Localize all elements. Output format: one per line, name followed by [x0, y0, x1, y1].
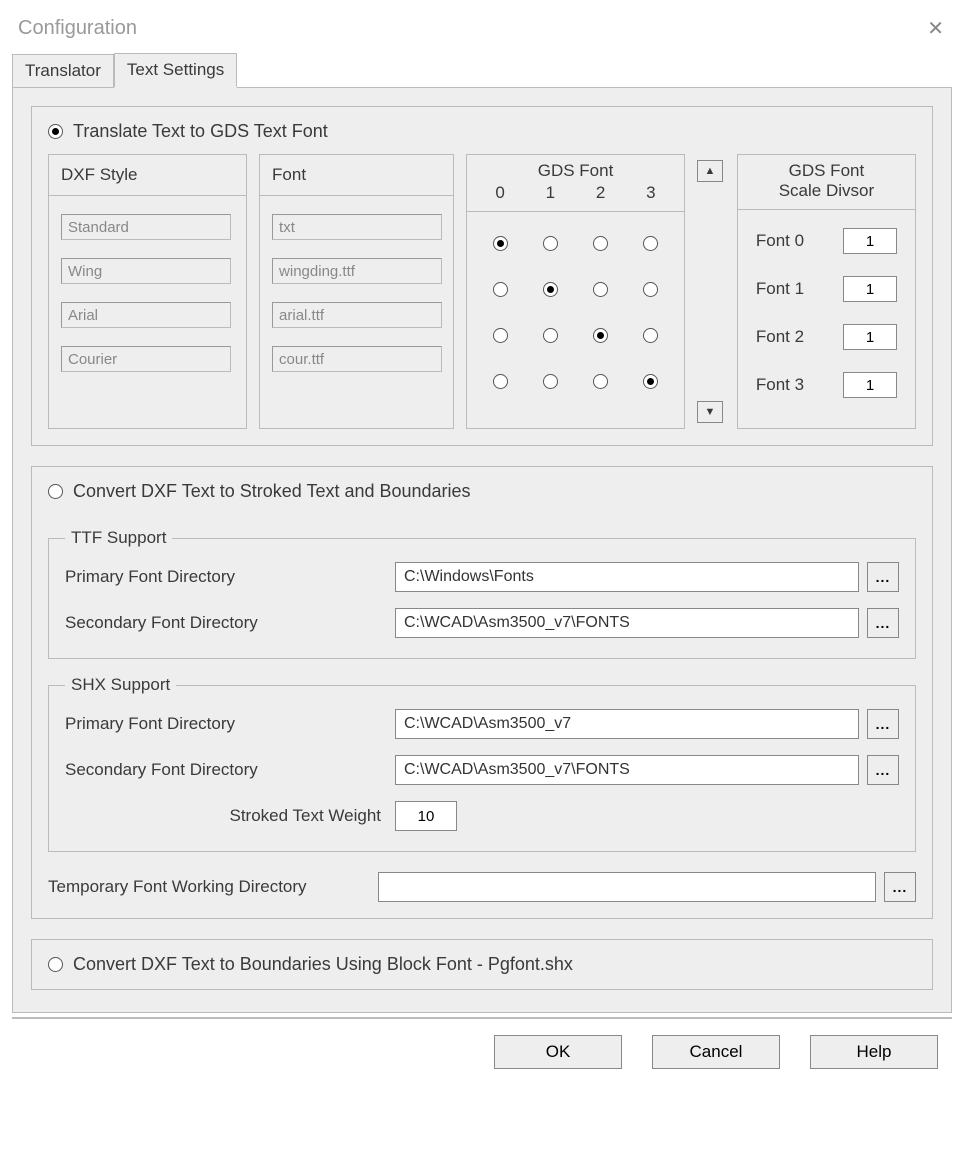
radio-convert-stroked[interactable] [48, 484, 63, 499]
font-3 [272, 346, 442, 372]
gds-radio-r3-c2[interactable] [593, 374, 608, 389]
ok-button[interactable]: OK [494, 1035, 622, 1069]
scroll-down-icon[interactable]: ▼ [697, 401, 723, 423]
divsor-input-1[interactable] [843, 276, 897, 302]
group-translate-gds: Translate Text to GDS Text Font DXF Styl… [31, 106, 933, 446]
shx-secondary-browse[interactable]: ... [867, 755, 899, 785]
temp-dir-input[interactable] [378, 872, 876, 902]
shx-primary-input[interactable] [395, 709, 859, 739]
shx-secondary-label: Secondary Font Directory [65, 760, 395, 780]
header-scale-divsor-a: GDS Font [738, 155, 915, 181]
gds-radio-r1-c3[interactable] [643, 282, 658, 297]
ttf-secondary-input[interactable] [395, 608, 859, 638]
temp-dir-browse[interactable]: ... [884, 872, 916, 902]
header-gds-font: GDS Font [467, 155, 684, 183]
temp-dir-label: Temporary Font Working Directory [48, 877, 378, 897]
shx-primary-label: Primary Font Directory [65, 714, 395, 734]
gds-radio-r2-c3[interactable] [643, 328, 658, 343]
divsor-input-2[interactable] [843, 324, 897, 350]
divsor-label-3: Font 3 [756, 375, 804, 395]
close-icon[interactable]: ✕ [927, 16, 944, 41]
gds-radio-r1-c0[interactable] [493, 282, 508, 297]
divsor-label-2: Font 2 [756, 327, 804, 347]
gds-col-2: 2 [596, 183, 605, 203]
radio-convert-block-label: Convert DXF Text to Boundaries Using Blo… [73, 954, 573, 975]
header-scale-divsor-b: Scale Divsor [738, 181, 915, 210]
col-font: Font [259, 154, 454, 429]
shx-weight-label: Stroked Text Weight [65, 806, 395, 826]
ttf-secondary-label: Secondary Font Directory [65, 613, 395, 633]
ttf-primary-input[interactable] [395, 562, 859, 592]
gds-radio-r0-c2[interactable] [593, 236, 608, 251]
radio-convert-block[interactable] [48, 957, 63, 972]
radio-translate-gds-label: Translate Text to GDS Text Font [73, 121, 328, 142]
col-dxf-style: DXF Style [48, 154, 247, 429]
font-2 [272, 302, 442, 328]
ttf-primary-label: Primary Font Directory [65, 567, 395, 587]
shx-secondary-input[interactable] [395, 755, 859, 785]
gds-radio-r1-c2[interactable] [593, 282, 608, 297]
shx-primary-browse[interactable]: ... [867, 709, 899, 739]
dxf-style-1 [61, 258, 231, 284]
group-convert-stroked: Convert DXF Text to Stroked Text and Bou… [31, 466, 933, 919]
window-title: Configuration [18, 17, 137, 40]
gds-radio-r2-c1[interactable] [543, 328, 558, 343]
dxf-style-3 [61, 346, 231, 372]
gds-radio-r1-c1[interactable] [543, 282, 558, 297]
divsor-input-3[interactable] [843, 372, 897, 398]
divsor-label-1: Font 1 [756, 279, 804, 299]
tab-text-settings[interactable]: Text Settings [114, 53, 237, 88]
dxf-style-0 [61, 214, 231, 240]
divsor-input-0[interactable] [843, 228, 897, 254]
shx-weight-input[interactable] [395, 801, 457, 831]
radio-translate-gds[interactable] [48, 124, 63, 139]
ttf-primary-browse[interactable]: ... [867, 562, 899, 592]
cancel-button[interactable]: Cancel [652, 1035, 780, 1069]
font-1 [272, 258, 442, 284]
header-font: Font [260, 155, 453, 196]
col-scale-divsor: GDS Font Scale Divsor Font 0 Font 1 Font… [737, 154, 916, 429]
gds-radio-r3-c3[interactable] [643, 374, 658, 389]
help-button[interactable]: Help [810, 1035, 938, 1069]
gds-radio-r2-c0[interactable] [493, 328, 508, 343]
radio-convert-stroked-label: Convert DXF Text to Stroked Text and Bou… [73, 481, 471, 502]
gds-radio-r2-c2[interactable] [593, 328, 608, 343]
header-dxf-style: DXF Style [49, 155, 246, 196]
dxf-style-2 [61, 302, 231, 328]
fieldset-shx-support: SHX Support Primary Font Directory ... S… [48, 675, 916, 852]
tab-translator[interactable]: Translator [12, 54, 114, 87]
gds-radio-r3-c1[interactable] [543, 374, 558, 389]
fieldset-ttf-support: TTF Support Primary Font Directory ... S… [48, 528, 916, 659]
gds-radio-r0-c3[interactable] [643, 236, 658, 251]
gds-radio-r0-c0[interactable] [493, 236, 508, 251]
gds-col-1: 1 [546, 183, 555, 203]
font-0 [272, 214, 442, 240]
legend-shx: SHX Support [65, 675, 176, 695]
legend-ttf: TTF Support [65, 528, 172, 548]
gds-radio-r0-c1[interactable] [543, 236, 558, 251]
ttf-secondary-browse[interactable]: ... [867, 608, 899, 638]
gds-radio-r3-c0[interactable] [493, 374, 508, 389]
col-gds-font: GDS Font 0 1 2 3 [466, 154, 685, 429]
gds-col-3: 3 [646, 183, 655, 203]
divsor-label-0: Font 0 [756, 231, 804, 251]
scroll-up-icon[interactable]: ▲ [697, 160, 723, 182]
gds-col-0: 0 [495, 183, 504, 203]
group-convert-block: Convert DXF Text to Boundaries Using Blo… [31, 939, 933, 990]
